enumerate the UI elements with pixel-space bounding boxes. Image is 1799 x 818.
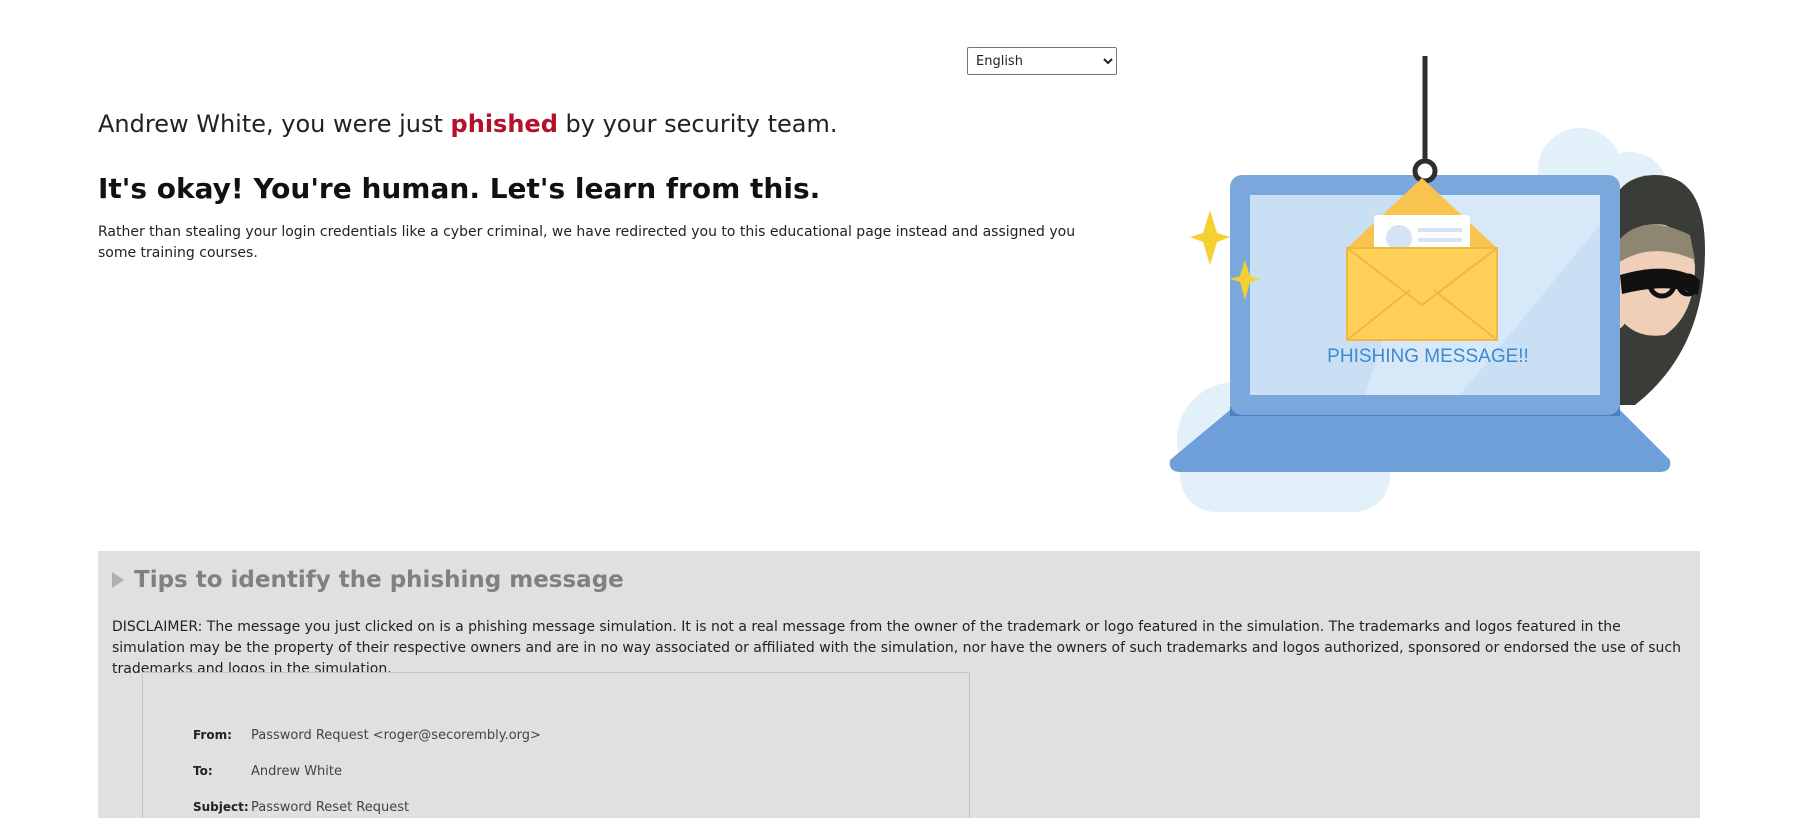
message-from-value: Password Request <roger@secorembly.org>: [251, 728, 541, 743]
phishing-message-screen-text: PHISHING MESSAGE!!: [1327, 346, 1529, 367]
tips-panel: Tips to identify the phishing message DI…: [98, 551, 1700, 818]
language-select[interactable]: English: [967, 47, 1117, 75]
intro-before: Andrew White, you were just: [98, 110, 451, 138]
message-subject-row: Subject: Password Reset Request: [193, 800, 409, 815]
page-headline: It's okay! You're human. Let's learn fro…: [98, 172, 821, 205]
message-subject-value: Password Reset Request: [251, 800, 410, 815]
disclaimer-text: DISCLAIMER: The message you just clicked…: [112, 619, 1681, 677]
intro-after: by your security team.: [557, 110, 838, 138]
message-subject-label: Subject:: [193, 800, 249, 814]
message-to-label: To:: [193, 764, 213, 778]
phishing-illustration: PHISHING MESSAGE!!: [1169, 56, 1705, 512]
intro-phished-highlight: phished: [450, 110, 558, 138]
message-to-value: Andrew White: [251, 764, 343, 779]
message-to-row: To: Andrew White: [193, 764, 342, 779]
message-from-row: From: Password Request <roger@secorembly…: [193, 728, 541, 743]
message-from-label: From:: [193, 728, 232, 742]
tips-title[interactable]: Tips to identify the phishing message: [134, 567, 624, 593]
laptop-base: [1169, 410, 1671, 472]
phishing-message-preview: From: Password Request <roger@secorembly…: [142, 672, 970, 818]
explanation-text: Rather than stealing your login credenti…: [98, 224, 1076, 261]
expand-triangle-icon[interactable]: [112, 572, 124, 588]
intro-message: Andrew White, you were just phished by y…: [98, 110, 838, 138]
tips-toggle[interactable]: Tips to identify the phishing message: [112, 567, 624, 593]
